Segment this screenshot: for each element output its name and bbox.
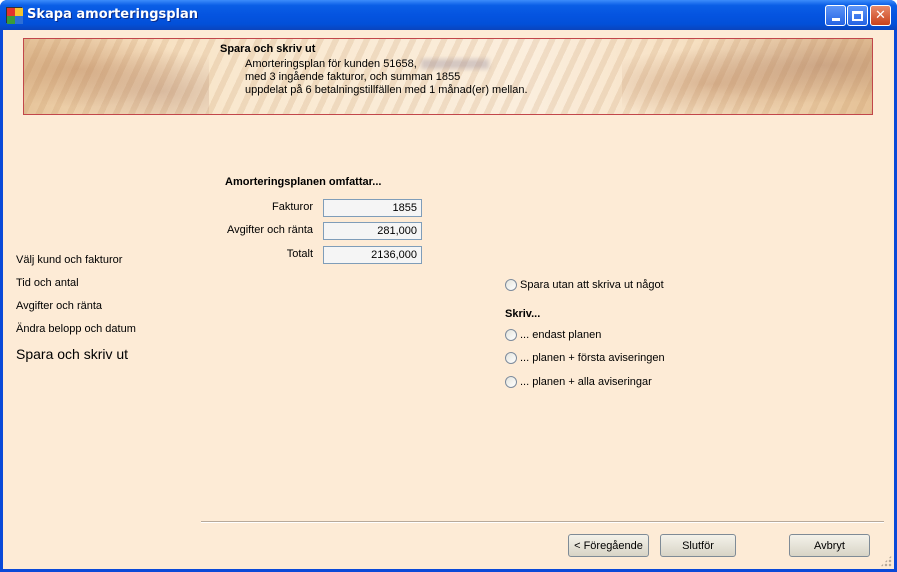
radio-plan-only[interactable]: ... endast planen [505,329,601,341]
radio-label: Spara utan att skriva ut något [520,279,664,291]
banknote-decoration-right [622,39,872,114]
header-banner: Spara och skriv ut Amorteringsplan för k… [23,38,873,115]
step-change-amount-date: Ändra belopp och datum [16,323,136,335]
write-heading: Skriv... [505,308,541,320]
previous-button[interactable]: < Föregående [568,534,649,557]
summary-row-fees: Avgifter och ränta 281,000 [3,222,423,240]
title-bar[interactable]: Skapa amorteringsplan ✕ [0,0,897,30]
finish-button[interactable]: Slutför [660,534,736,557]
step-fees-and-interest: Avgifter och ränta [16,300,103,312]
radio-label: ... planen + första aviseringen [520,352,665,364]
app-icon [6,7,23,24]
banner-line-3: uppdelat på 6 betalningstillfällen med 1… [245,84,528,96]
footer-divider [201,521,884,523]
resize-grip[interactable] [880,555,892,567]
banner-line-2: med 3 ingående fakturor, och summan 1855 [245,71,461,83]
main-window: Skapa amorteringsplan ✕ Spara och skriv … [0,0,897,572]
wizard-client-area: Spara och skriv ut Amorteringsplan för k… [3,30,894,569]
banner-line-1: Amorteringsplan för kunden 51658, [245,58,417,70]
banner-title: Spara och skriv ut [220,43,316,55]
invoices-value-field: 1855 [323,199,422,217]
maximize-button[interactable] [847,5,868,26]
close-icon: ✕ [875,8,886,23]
radio-label: ... endast planen [520,329,602,341]
step-time-and-count: Tid och antal [16,277,79,289]
radio-circle[interactable] [505,376,517,388]
radio-plan-all-notices[interactable]: ... planen + alla aviseringar [505,376,652,388]
banknote-decoration-left [24,39,209,114]
total-value-field: 2136,000 [323,246,422,264]
radio-circle[interactable] [505,352,517,364]
minimize-button[interactable] [825,5,846,26]
summary-label: Fakturor [272,201,313,213]
close-button[interactable]: ✕ [870,5,891,26]
summary-heading: Amorteringsplanen omfattar... [225,176,382,188]
step-save-and-print: Spara och skriv ut [16,346,129,362]
radio-circle[interactable] [505,329,517,341]
banner-description: Amorteringsplan för kunden 51658, med 3 … [245,58,528,97]
radio-label: ... planen + alla aviseringar [520,376,652,388]
radio-save-only[interactable]: Spara utan att skriva ut något [505,279,664,291]
minimize-icon [831,18,840,21]
cancel-button[interactable]: Avbryt [789,534,870,557]
step-select-customer: Välj kund och fakturor [16,254,123,266]
radio-circle[interactable] [505,279,517,291]
summary-row-invoices: Fakturor 1855 [3,199,423,217]
radio-plan-first-notice[interactable]: ... planen + första aviseringen [505,352,665,364]
maximize-icon [852,10,863,21]
redacted-customer-name [420,59,489,70]
summary-label: Avgifter och ränta [226,224,313,236]
fees-value-field: 281,000 [323,222,422,240]
summary-label: Totalt [286,248,313,260]
window-title: Skapa amorteringsplan [27,7,199,22]
